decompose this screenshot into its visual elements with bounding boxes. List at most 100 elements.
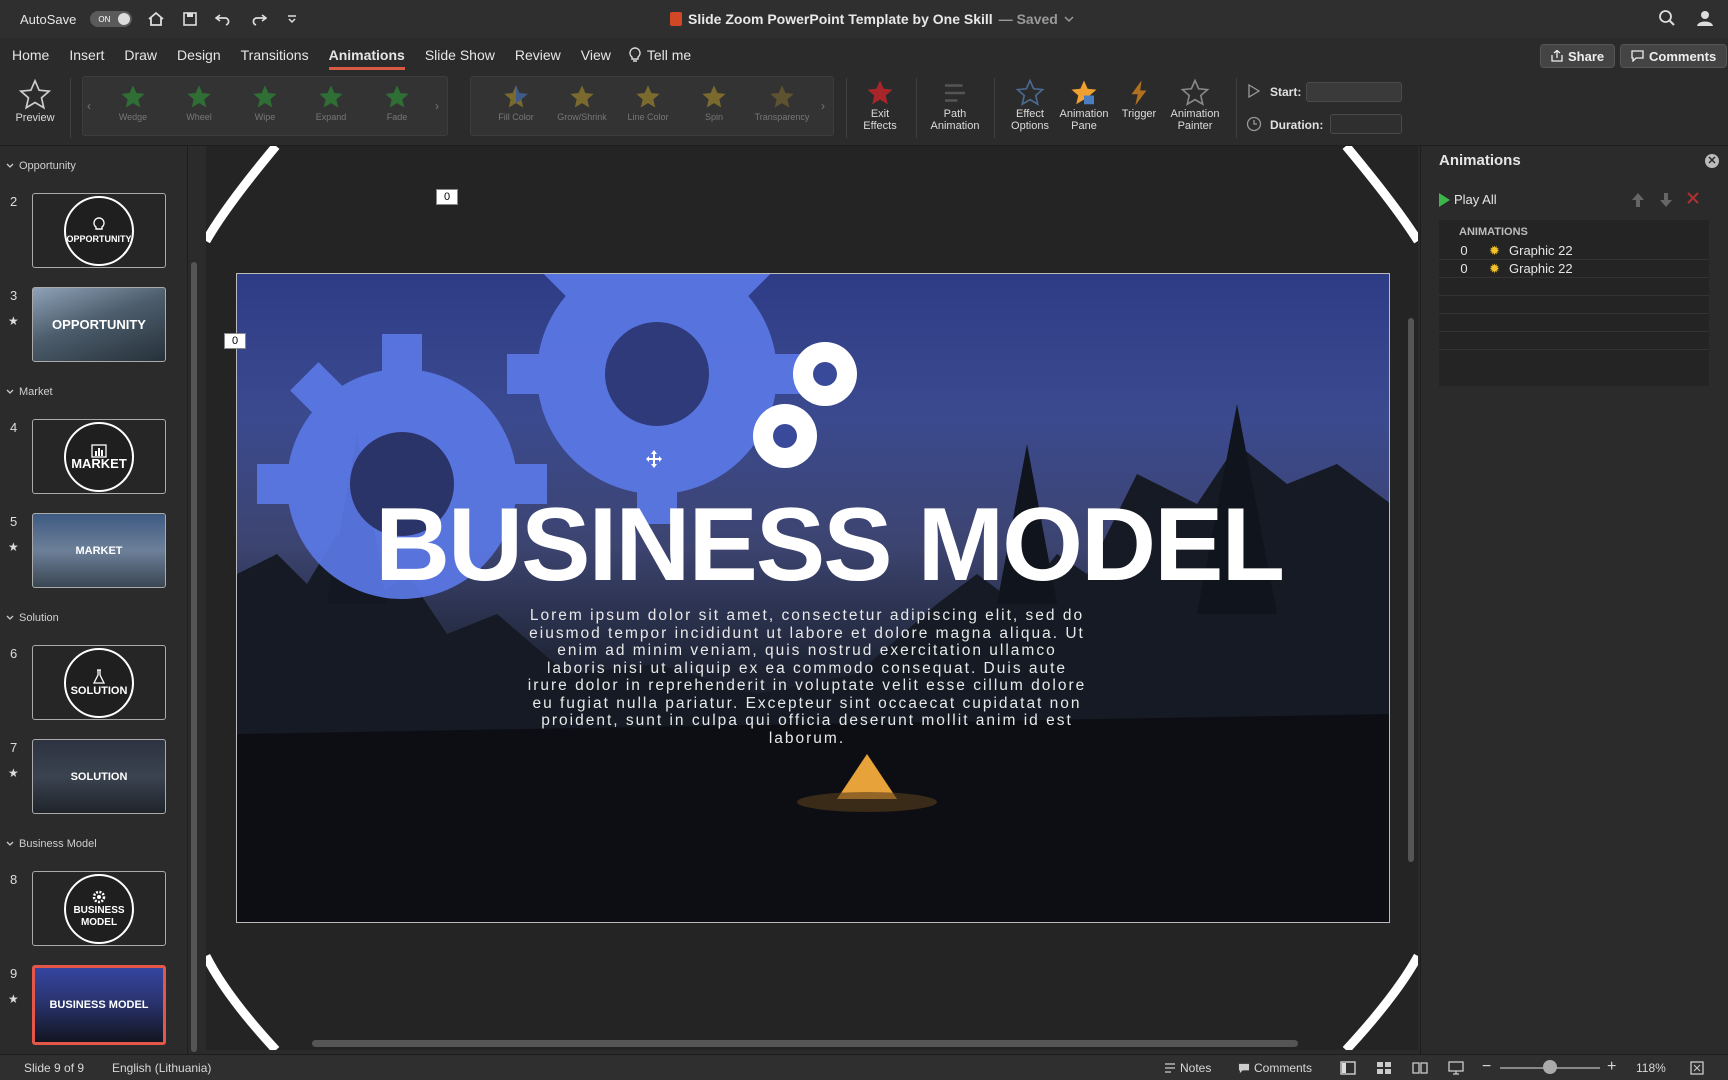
- gallery-left-arrow[interactable]: ‹: [87, 99, 91, 113]
- canvas-horizontal-scrollbar[interactable]: [312, 1040, 1298, 1047]
- gallery-right-arrow[interactable]: ›: [821, 99, 825, 113]
- effect-spin[interactable]: Spin: [683, 83, 745, 123]
- reading-view-icon[interactable]: [1412, 1061, 1428, 1075]
- effect-fill-color-label: Fill Color: [498, 112, 534, 122]
- effect-fade[interactable]: Fade: [367, 83, 427, 123]
- effect-wipe[interactable]: Wipe: [235, 83, 295, 123]
- slide-number: 6: [10, 646, 18, 661]
- list-item-empty: [1439, 296, 1709, 314]
- animation-order-tag[interactable]: 0: [224, 333, 246, 349]
- ribbon-tabs: Home Insert Draw Design Transitions Anim…: [0, 38, 1728, 72]
- comments-button[interactable]: Comments: [1620, 44, 1728, 68]
- move-up-icon[interactable]: [1631, 192, 1645, 208]
- effect-options-button[interactable]: Effect Options: [1000, 78, 1060, 132]
- slide-thumbnail-7[interactable]: SOLUTION: [32, 739, 166, 814]
- slide-thumbnail-6[interactable]: SOLUTION: [32, 645, 166, 720]
- language-indicator[interactable]: English (Lithuania): [112, 1061, 211, 1075]
- slide-number: 5: [10, 514, 18, 529]
- exit-effects-button[interactable]: Exit Effects: [852, 78, 908, 132]
- animation-target-name: Graphic 22: [1509, 261, 1573, 276]
- list-item[interactable]: 0 ✹ Graphic 22: [1439, 242, 1709, 260]
- animation-order-tag[interactable]: 0: [436, 189, 458, 205]
- emphasis-sun-icon: ✹: [1489, 260, 1500, 276]
- slide-thumbnail-2[interactable]: OPPORTUNITY: [32, 193, 166, 268]
- tab-view[interactable]: View: [569, 38, 611, 72]
- duration-stepper[interactable]: [1330, 114, 1402, 134]
- customize-toolbar-icon[interactable]: [282, 9, 302, 29]
- undo-icon[interactable]: [214, 9, 234, 29]
- tab-review[interactable]: Review: [503, 38, 561, 72]
- star-outline-icon: [18, 78, 52, 110]
- chevron-down-icon: [6, 841, 14, 846]
- slide-thumbnail-3[interactable]: OPPORTUNITY: [32, 287, 166, 362]
- save-status[interactable]: — Saved: [999, 11, 1058, 27]
- slide-thumbnail-4[interactable]: MARKET: [32, 419, 166, 494]
- delete-icon[interactable]: [1687, 192, 1699, 204]
- canvas-vertical-scrollbar[interactable]: [1408, 318, 1414, 862]
- status-comments-button[interactable]: Comments: [1238, 1061, 1312, 1075]
- slide-thumbnail-9[interactable]: BUSINESS MODEL: [32, 965, 166, 1045]
- effect-grow-shrink[interactable]: Grow/Shrink: [551, 83, 613, 123]
- section-header-market[interactable]: Market: [6, 386, 53, 398]
- slide-thumbnail-8[interactable]: BUSINESS MODEL: [32, 871, 166, 946]
- tab-transitions[interactable]: Transitions: [229, 38, 309, 72]
- tell-me-search[interactable]: Tell me: [629, 47, 691, 63]
- normal-view-icon[interactable]: [1340, 1061, 1356, 1075]
- tab-design[interactable]: Design: [165, 38, 221, 72]
- move-down-icon[interactable]: [1659, 192, 1673, 208]
- account-icon[interactable]: [1696, 9, 1714, 27]
- powerpoint-file-icon: [670, 12, 682, 26]
- slide-9[interactable]: BUSINESS MODEL Lorem ipsum dolor sit ame…: [236, 273, 1390, 923]
- share-button[interactable]: Share: [1540, 44, 1616, 68]
- slide-sorter-icon[interactable]: [1376, 1061, 1392, 1075]
- start-dropdown[interactable]: [1306, 82, 1402, 102]
- autosave-toggle[interactable]: ON: [90, 11, 133, 27]
- play-all-button[interactable]: Play All: [1439, 192, 1497, 207]
- section-header-business-model[interactable]: Business Model: [6, 838, 97, 850]
- powerpoint-window: AutoSave ON Slide Zoom PowerPoint Templa…: [0, 0, 1728, 1080]
- fit-to-window-icon[interactable]: [1690, 1061, 1704, 1075]
- slide-thumbnail-5[interactable]: MARKET: [32, 513, 166, 588]
- notes-button[interactable]: Notes: [1164, 1061, 1211, 1075]
- path-animation-button[interactable]: Path Animation: [922, 78, 988, 132]
- slide-title[interactable]: BUSINESS MODEL: [237, 486, 1389, 605]
- lightning-icon: [1131, 80, 1147, 106]
- redo-icon[interactable]: [248, 9, 268, 29]
- search-icon[interactable]: [1658, 9, 1676, 27]
- star-green-icon: [385, 85, 409, 108]
- chevron-down-icon: [6, 389, 14, 394]
- zoom-slider-handle[interactable]: [1543, 1060, 1557, 1074]
- preview-label: Preview: [15, 112, 55, 124]
- tab-home[interactable]: Home: [0, 38, 49, 72]
- list-item[interactable]: 0 ✹ Graphic 22: [1439, 260, 1709, 278]
- effect-line-color[interactable]: Line Color: [617, 83, 679, 123]
- effect-expand[interactable]: Expand: [301, 83, 361, 123]
- effect-transparency[interactable]: Transparency: [749, 83, 815, 123]
- tab-insert[interactable]: Insert: [57, 38, 104, 72]
- section-header-opportunity[interactable]: Opportunity: [6, 160, 76, 172]
- trigger-button[interactable]: Trigger: [1112, 78, 1166, 120]
- effect-fill-color[interactable]: Fill Color: [485, 83, 547, 123]
- tab-slide-show[interactable]: Slide Show: [413, 38, 495, 72]
- tab-animations[interactable]: Animations: [317, 38, 406, 72]
- save-icon[interactable]: [180, 9, 200, 29]
- zoom-in-icon[interactable]: +: [1607, 1058, 1616, 1076]
- preview-button[interactable]: Preview: [12, 78, 58, 124]
- chevron-down-icon[interactable]: [1064, 15, 1074, 23]
- thumbnail-title: OPPORTUNITY: [66, 233, 132, 244]
- zoom-out-icon[interactable]: −: [1482, 1058, 1491, 1076]
- effect-wedge[interactable]: Wedge: [103, 83, 163, 123]
- home-icon[interactable]: [146, 9, 166, 29]
- section-header-solution[interactable]: Solution: [6, 612, 59, 624]
- thumbnails-scrollbar[interactable]: [191, 262, 197, 1052]
- effect-wheel[interactable]: Wheel: [169, 83, 229, 123]
- star-gold-icon: [770, 85, 794, 108]
- tab-draw[interactable]: Draw: [112, 38, 157, 72]
- animation-painter-button[interactable]: Animation Painter: [1164, 78, 1226, 132]
- close-icon[interactable]: ✕: [1705, 154, 1719, 168]
- gallery-right-arrow[interactable]: ›: [435, 99, 439, 113]
- slideshow-icon[interactable]: [1448, 1061, 1464, 1075]
- slide-body-text[interactable]: Lorem ipsum dolor sit amet, consectetur …: [527, 607, 1087, 747]
- zoom-level[interactable]: 118%: [1636, 1061, 1666, 1075]
- animation-pane-button[interactable]: Animation Pane: [1056, 78, 1112, 132]
